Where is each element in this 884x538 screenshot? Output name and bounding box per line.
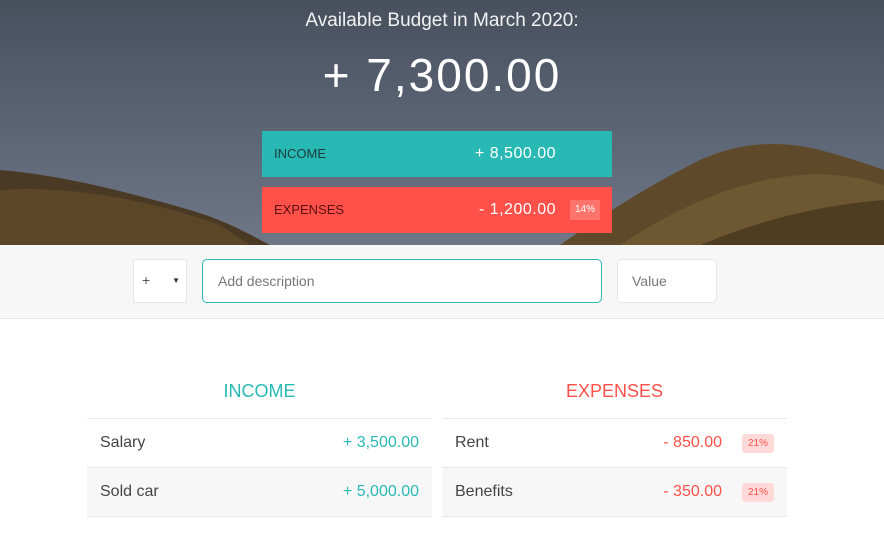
expense-item-value: - 850.00 <box>663 434 722 451</box>
expenses-summary-label: Expenses <box>274 202 345 217</box>
expense-item-description: Rent <box>455 434 489 451</box>
expense-item[interactable]: Rent - 850.00 21% <box>442 419 787 468</box>
budget-title: Available Budget in March 2020: <box>305 10 579 31</box>
expenses-list-title: Expenses <box>442 372 787 419</box>
expenses-summary-value: - 1,200.00 <box>478 201 556 218</box>
expense-item[interactable]: Benefits - 350.00 21% <box>442 468 787 517</box>
income-item[interactable]: Salary + 3,500.00 <box>87 419 432 468</box>
income-list-title: Income <box>87 372 432 419</box>
income-summary: Income + 8,500.00 <box>262 131 612 177</box>
expenses-percentage-badge: 14% <box>569 200 600 220</box>
value-input[interactable] <box>617 259 717 303</box>
income-item[interactable]: Sold car + 5,000.00 <box>87 468 432 517</box>
income-summary-label: Income <box>274 146 326 161</box>
income-list: Income Salary + 3,500.00 Sold car + 5,00… <box>87 372 432 517</box>
income-item-value: + 5,000.00 <box>342 483 419 500</box>
type-select[interactable]: + ▼ <box>133 259 187 303</box>
expense-item-percentage: 21% <box>741 483 774 502</box>
budget-value: + 7,300.00 <box>322 49 562 101</box>
expenses-summary: Expenses - 1,200.00 14% <box>262 187 612 233</box>
income-summary-value: + 8,500.00 <box>474 145 556 162</box>
income-item-value: + 3,500.00 <box>342 434 419 451</box>
income-item-description: Sold car <box>100 483 159 500</box>
income-item-description: Salary <box>100 434 146 451</box>
expense-item-value: - 350.00 <box>663 483 722 500</box>
type-select-value: + <box>142 272 151 288</box>
expenses-list: Expenses Rent - 850.00 21% Benefits - 35… <box>442 372 787 517</box>
expense-item-percentage: 21% <box>741 434 774 453</box>
chevron-down-icon: ▼ <box>172 276 180 285</box>
description-input[interactable] <box>202 259 602 303</box>
expense-item-description: Benefits <box>455 483 513 500</box>
add-entry-bar: + ▼ <box>0 245 884 319</box>
budget-header: Available Budget in March 2020: + 7,300.… <box>0 0 884 245</box>
